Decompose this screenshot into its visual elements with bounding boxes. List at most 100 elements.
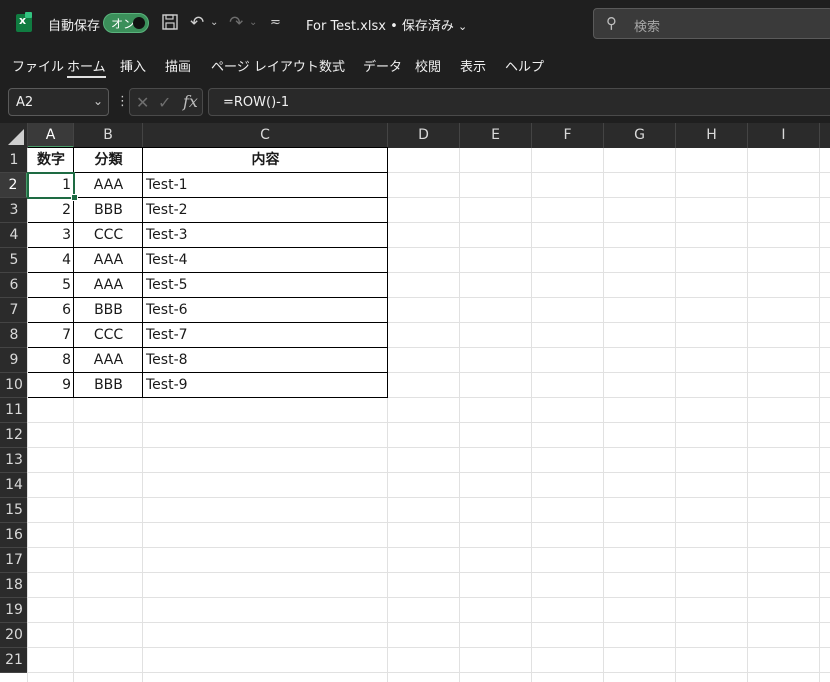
column-header-e[interactable]: E: [460, 123, 532, 148]
table-cell[interactable]: 8: [28, 348, 74, 373]
column-header-b[interactable]: B: [74, 123, 143, 148]
table-cell[interactable]: AAA: [74, 173, 143, 198]
table-cell[interactable]: CCC: [74, 223, 143, 248]
formula-input[interactable]: =ROW()-1: [208, 88, 830, 116]
table-cell[interactable]: 2: [28, 198, 74, 223]
fill-handle[interactable]: [71, 194, 78, 201]
table-cell[interactable]: 6: [28, 298, 74, 323]
row-header[interactable]: 14: [0, 473, 28, 498]
table-cell[interactable]: Test-7: [143, 323, 388, 348]
worksheet-grid[interactable]: A B C D E F G H I 1 2 3 4 5 6 7 8 9 10 11 12 13 14 15 1…: [0, 123, 830, 682]
row-header[interactable]: 19: [0, 598, 28, 623]
autosave-toggle[interactable]: オン: [103, 13, 149, 33]
column-header-d[interactable]: D: [388, 123, 460, 148]
enter-icon[interactable]: ✓: [158, 93, 171, 112]
tab-formulas[interactable]: 数式: [319, 56, 345, 75]
column-header-a[interactable]: A: [28, 123, 74, 148]
tab-review[interactable]: 校閲: [415, 56, 441, 75]
undo-dropdown-icon[interactable]: ⌄: [210, 13, 218, 33]
column-header-h[interactable]: H: [676, 123, 748, 148]
table-cell[interactable]: Test-1: [143, 173, 388, 198]
column-header-f[interactable]: F: [532, 123, 604, 148]
table-cell[interactable]: Test-2: [143, 198, 388, 223]
undo-icon[interactable]: ↶: [190, 13, 204, 33]
table-cell[interactable]: 7: [28, 323, 74, 348]
table-cell[interactable]: BBB: [74, 298, 143, 323]
tab-home[interactable]: ホーム: [67, 56, 106, 78]
table-cell[interactable]: 9: [28, 373, 74, 398]
search-icon: ⚲: [606, 14, 617, 32]
cancel-icon[interactable]: ✕: [136, 93, 149, 112]
select-all-button[interactable]: [0, 123, 28, 148]
table-cell[interactable]: 5: [28, 273, 74, 298]
table-cell[interactable]: Test-9: [143, 373, 388, 398]
row-header[interactable]: 10: [0, 373, 28, 398]
tab-insert[interactable]: 挿入: [120, 56, 146, 75]
row-header[interactable]: 3: [0, 198, 28, 223]
gridline-horizontal: [28, 547, 830, 548]
table-cell[interactable]: Test-3: [143, 223, 388, 248]
row-header[interactable]: 16: [0, 523, 28, 548]
table-header-cell[interactable]: 分類: [74, 148, 143, 173]
column-header-c[interactable]: C: [143, 123, 388, 148]
redo-dropdown-icon[interactable]: ⌄: [249, 13, 257, 33]
row-header[interactable]: 5: [0, 248, 28, 273]
row-header[interactable]: 2: [0, 173, 28, 198]
row-header[interactable]: 6: [0, 273, 28, 298]
row-header[interactable]: 13: [0, 448, 28, 473]
row-header[interactable]: 18: [0, 573, 28, 598]
gridline-vertical: [603, 148, 604, 682]
table-cell[interactable]: 3: [28, 223, 74, 248]
table-cell[interactable]: BBB: [74, 373, 143, 398]
table-cell[interactable]: AAA: [74, 248, 143, 273]
search-box[interactable]: ⚲ 検索: [593, 8, 830, 39]
table-border: [28, 322, 388, 323]
document-title[interactable]: For Test.xlsx • 保存済み ⌄: [306, 15, 467, 34]
ribbon-tabs: ファイル ホーム 挿入 描画 ページ レイアウト 数式 データ 校閲 表示 ヘル…: [0, 46, 830, 84]
save-icon[interactable]: [161, 13, 179, 33]
tab-data[interactable]: データ: [363, 56, 402, 75]
row-header[interactable]: 20: [0, 623, 28, 648]
customize-toolbar-icon[interactable]: ≂: [270, 13, 281, 33]
table-cell[interactable]: AAA: [74, 348, 143, 373]
row-header[interactable]: 9: [0, 348, 28, 373]
row-header[interactable]: 11: [0, 398, 28, 423]
table-cell[interactable]: CCC: [74, 323, 143, 348]
more-options-icon[interactable]: ⋮: [116, 94, 129, 109]
row-header[interactable]: 8: [0, 323, 28, 348]
gridline-vertical: [675, 148, 676, 682]
row-header[interactable]: 17: [0, 548, 28, 573]
name-box[interactable]: A2 ⌄: [8, 88, 109, 116]
redo-icon[interactable]: ↷: [229, 13, 243, 33]
table-cell[interactable]: AAA: [74, 273, 143, 298]
tab-file[interactable]: ファイル: [12, 56, 64, 75]
insert-function-icon[interactable]: fx: [183, 92, 198, 111]
row-header[interactable]: 21: [0, 648, 28, 673]
column-header-i[interactable]: I: [748, 123, 820, 148]
tab-help[interactable]: ヘルプ: [505, 56, 544, 75]
search-placeholder: 検索: [634, 20, 661, 35]
table-cell[interactable]: BBB: [74, 198, 143, 223]
gridline-horizontal: [28, 447, 830, 448]
title-bar: 自動保存 オン ↶ ⌄ ↷ ⌄ ≂ For Test.xlsx • 保存済み ⌄…: [0, 0, 830, 46]
column-header-g[interactable]: G: [604, 123, 676, 148]
tab-page-layout[interactable]: ページ レイアウト: [211, 56, 319, 75]
table-header-cell[interactable]: 数字: [28, 148, 74, 173]
table-header-cell[interactable]: 内容: [143, 148, 388, 173]
tab-view[interactable]: 表示: [460, 56, 486, 75]
row-header[interactable]: 1: [0, 148, 28, 173]
table-border: [28, 297, 388, 298]
gridline-horizontal: [28, 647, 830, 648]
row-header[interactable]: 12: [0, 423, 28, 448]
tab-draw[interactable]: 描画: [165, 56, 191, 75]
row-header[interactable]: 4: [0, 223, 28, 248]
table-cell[interactable]: Test-6: [143, 298, 388, 323]
gridline-horizontal: [28, 672, 830, 673]
row-header[interactable]: 7: [0, 298, 28, 323]
table-cell[interactable]: Test-8: [143, 348, 388, 373]
table-cell[interactable]: Test-5: [143, 273, 388, 298]
column-header-j[interactable]: [820, 123, 830, 148]
row-header[interactable]: 15: [0, 498, 28, 523]
table-cell[interactable]: Test-4: [143, 248, 388, 273]
table-cell[interactable]: 4: [28, 248, 74, 273]
